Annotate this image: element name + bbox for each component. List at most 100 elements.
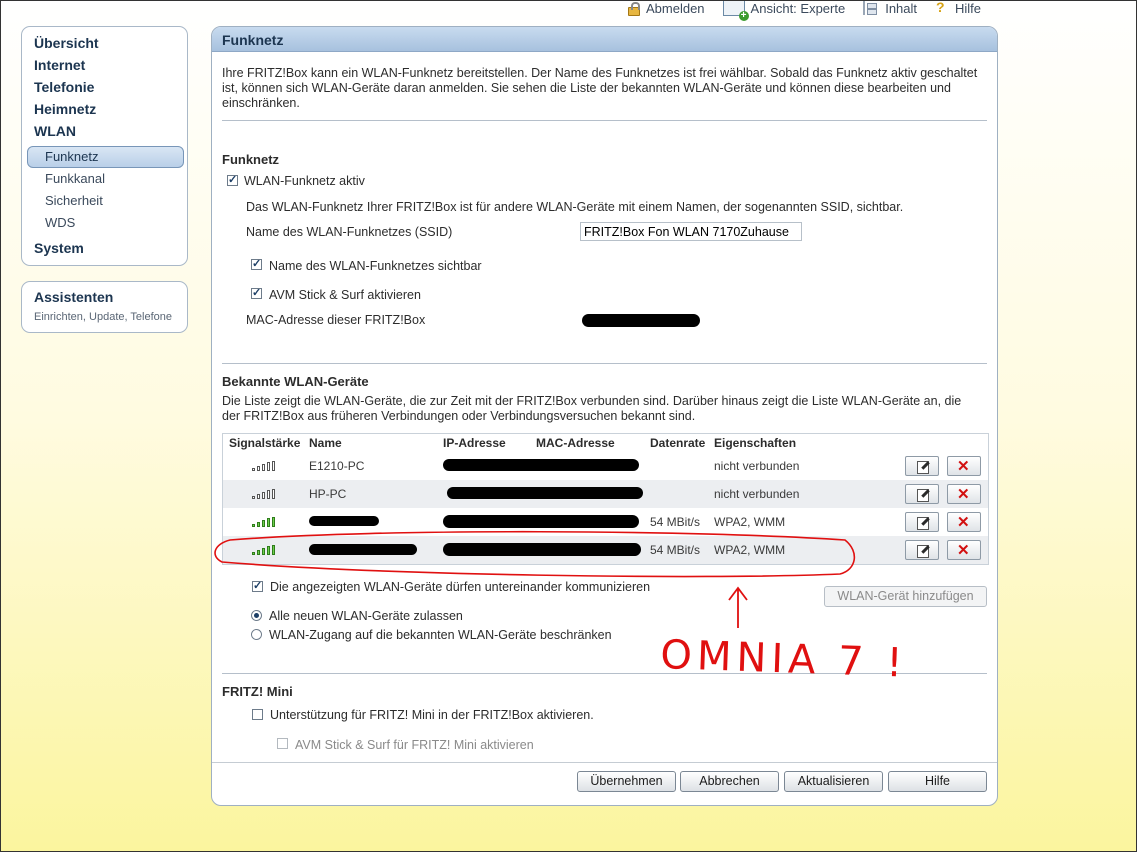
mini-heading: FRITZ! Mini	[222, 684, 293, 699]
cancel-button[interactable]: Abbrechen	[680, 771, 779, 792]
table-row: HP-PC nicht verbunden	[223, 480, 988, 508]
col-name: Name	[309, 436, 342, 450]
wlan-active-checkbox[interactable]	[227, 173, 238, 186]
edit-device-button[interactable]	[905, 484, 939, 504]
device-props: WPA2, WMM	[714, 515, 786, 529]
ssid-visible-checkbox[interactable]	[251, 257, 262, 270]
assistant-subtitle: Einrichten, Update, Telefone	[34, 311, 172, 323]
nav-internet[interactable]: Internet	[34, 57, 85, 73]
refresh-button[interactable]: Aktualisieren	[784, 771, 883, 792]
mini-stick-checkbox[interactable]	[277, 738, 288, 749]
mac-address-redacted	[582, 314, 700, 327]
ssid-visible-label[interactable]: Name des WLAN-Funknetzes sichtbar	[269, 259, 482, 273]
logout-label: Abmelden	[646, 0, 705, 16]
table-row: 54 MBit/s WPA2, WMM	[223, 536, 988, 564]
assistant-title: Assistenten	[34, 289, 114, 305]
nav-heimnetz[interactable]: Heimnetz	[34, 101, 96, 117]
ip-mac-redacted	[443, 459, 639, 471]
signal-icon	[252, 517, 278, 527]
restrict-radio[interactable]	[251, 629, 262, 640]
device-name: HP-PC	[309, 487, 347, 501]
col-ip: IP-Adresse	[443, 436, 506, 450]
stick-surf-label[interactable]: AVM Stick & Surf aktivieren	[269, 288, 421, 302]
devices-description: Die Liste zeigt die WLAN-Geräte, die zur…	[222, 394, 962, 423]
mini-support-label[interactable]: Unterstützung für FRITZ! Mini in der FRI…	[270, 708, 594, 722]
edit-device-button[interactable]	[905, 456, 939, 476]
delete-device-button[interactable]	[947, 484, 981, 504]
nav-telefonie[interactable]: Telefonie	[34, 79, 94, 95]
contents-link[interactable]: Inhalt	[863, 0, 917, 16]
nav-funknetz[interactable]: Funknetz	[27, 146, 184, 168]
ssid-description: Das WLAN-Funknetz Ihrer FRITZ!Box ist fü…	[246, 200, 904, 214]
devices-heading: Bekannte WLAN-Geräte	[222, 374, 369, 389]
view-mode-link[interactable]: Ansicht: Experte	[722, 0, 846, 21]
nav-wlan[interactable]: WLAN	[34, 123, 76, 139]
device-props: WPA2, WMM	[714, 543, 786, 557]
device-name-redacted	[309, 516, 379, 526]
col-signal: Signalstärke	[229, 436, 301, 450]
table-row: E1210-PC nicht verbunden	[223, 452, 988, 480]
funknetz-heading: Funknetz	[222, 152, 280, 167]
device-rate: 54 MBit/s	[650, 543, 701, 557]
nav-uebersicht[interactable]: Übersicht	[34, 35, 99, 51]
restrict-label[interactable]: WLAN-Zugang auf die bekannten WLAN-Gerät…	[269, 628, 612, 642]
main-navigation: Übersicht Internet Telefonie Heimnetz WL…	[21, 26, 188, 266]
device-props: nicht verbunden	[714, 459, 800, 473]
signal-icon	[252, 545, 278, 555]
ip-mac-redacted	[447, 487, 643, 499]
allow-all-label[interactable]: Alle neuen WLAN-Geräte zulassen	[269, 609, 463, 623]
edit-device-button[interactable]	[905, 540, 939, 560]
contents-label: Inhalt	[885, 0, 918, 16]
sitemap-icon	[863, 1, 879, 15]
divider	[222, 363, 987, 364]
nav-system[interactable]: System	[34, 240, 84, 256]
delete-device-button[interactable]	[947, 456, 981, 476]
divider	[222, 120, 987, 121]
nav-sicherheit[interactable]: Sicherheit	[45, 193, 103, 208]
device-name-redacted	[309, 544, 417, 555]
panel-header: Funknetz	[212, 27, 997, 52]
main-panel: Funknetz Ihre FRITZ!Box kann ein WLAN-Fu…	[211, 26, 998, 806]
view-mode-label: Ansicht: Experte	[750, 0, 846, 16]
edit-device-button[interactable]	[905, 512, 939, 532]
stick-surf-checkbox[interactable]	[251, 286, 262, 299]
assistant-box[interactable]: Assistenten Einrichten, Update, Telefone	[21, 281, 188, 333]
delete-device-button[interactable]	[947, 512, 981, 532]
signal-icon	[252, 461, 278, 471]
col-rate: Datenrate	[650, 436, 706, 450]
help-link[interactable]: Hilfe	[935, 0, 981, 16]
ip-mac-redacted	[443, 543, 641, 556]
device-name: E1210-PC	[309, 459, 365, 473]
communicate-label[interactable]: Die angezeigten WLAN-Geräte dürfen unter…	[270, 580, 650, 594]
wlan-active-label[interactable]: WLAN-Funknetz aktiv	[244, 174, 365, 188]
help-icon	[935, 0, 949, 15]
ssid-input[interactable]	[580, 222, 802, 241]
col-props: Eigenschaften	[714, 436, 797, 450]
device-table: Signalstärke Name IP-Adresse MAC-Adresse…	[222, 433, 989, 565]
mini-stick-label: AVM Stick & Surf für FRITZ! Mini aktivie…	[295, 738, 534, 752]
nav-wds[interactable]: WDS	[45, 215, 75, 230]
help-button[interactable]: Hilfe	[888, 771, 987, 792]
table-row: 54 MBit/s WPA2, WMM	[223, 508, 988, 536]
help-label: Hilfe	[955, 0, 982, 16]
ip-mac-redacted	[443, 515, 639, 528]
mini-support-checkbox[interactable]	[252, 709, 263, 720]
logout-link[interactable]: Abmelden	[626, 0, 705, 16]
allow-all-radio[interactable]	[251, 610, 262, 621]
nav-funknetz-label: Funknetz	[45, 149, 99, 164]
signal-icon	[252, 489, 278, 499]
divider	[222, 673, 987, 674]
apply-button[interactable]: Übernehmen	[577, 771, 676, 792]
device-rate: 54 MBit/s	[650, 515, 701, 529]
ssid-label: Name des WLAN-Funknetzes (SSID)	[246, 225, 453, 239]
device-props: nicht verbunden	[714, 487, 800, 501]
communicate-checkbox[interactable]	[252, 579, 263, 592]
top-links: Abmelden Ansicht: Experte Inhalt Hilfe	[626, 0, 981, 21]
footer-divider	[212, 762, 997, 763]
add-device-button[interactable]: WLAN-Gerät hinzufügen	[824, 586, 987, 607]
nav-funkkanal[interactable]: Funkkanal	[45, 171, 105, 186]
delete-device-button[interactable]	[947, 540, 981, 560]
page-title: Funknetz	[222, 32, 284, 48]
col-mac: MAC-Adresse	[536, 436, 615, 450]
mac-address-label: MAC-Adresse dieser FRITZ!Box	[246, 313, 426, 327]
